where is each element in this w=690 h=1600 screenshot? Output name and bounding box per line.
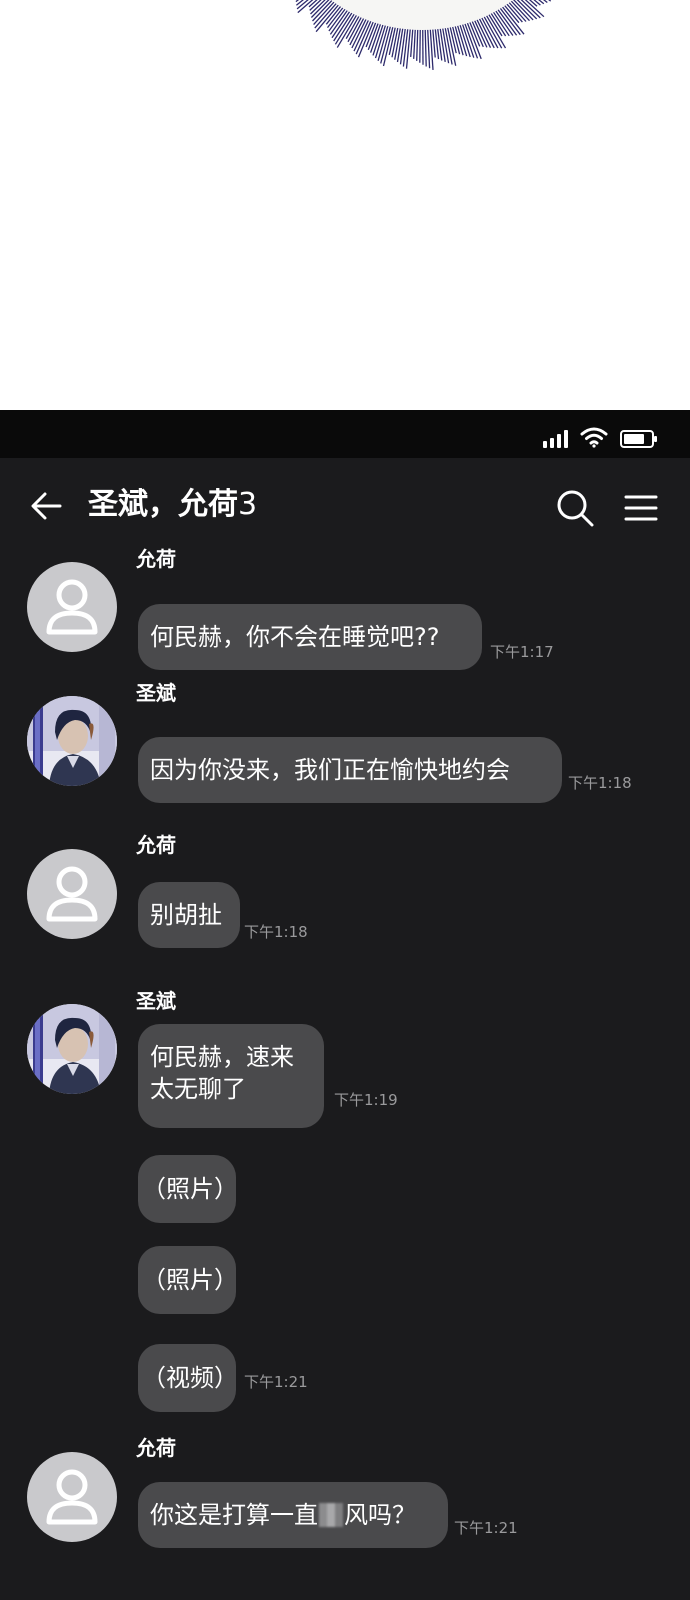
user-photo-icon: [27, 696, 117, 786]
default-user-icon: [46, 866, 98, 922]
chat-screen: 圣斌，允荷3 允荷 何民赫，你不会在睡觉吧?? 下午1:17 圣斌 因为你没来，…: [0, 410, 690, 1600]
speed-line: [424, 24, 427, 67]
speed-line: [416, 24, 419, 61]
sender-name: 允荷: [136, 547, 176, 571]
arrow-left-icon[interactable]: [26, 486, 66, 526]
message-bubble[interactable]: 何民赫，你不会在睡觉吧??: [138, 604, 482, 670]
message-line: 太无聊了: [150, 1075, 246, 1103]
member-count: 3: [238, 487, 258, 522]
message-timestamp: 下午1:19: [334, 1091, 398, 1109]
search-icon[interactable]: [555, 488, 595, 528]
default-user-icon: [46, 579, 98, 635]
message-bubble[interactable]: 何民赫，速来 太无聊了: [138, 1024, 324, 1128]
message-bubble[interactable]: 别胡扯: [138, 882, 240, 948]
video-message-bubble[interactable]: （视频）: [138, 1344, 238, 1412]
comic-panel-top: [0, 0, 690, 410]
chat-title: 圣斌，允荷3: [88, 476, 257, 534]
chat-title-text: 圣斌，允荷: [88, 487, 238, 522]
avatar-yunhe[interactable]: [27, 849, 117, 939]
message-bubble[interactable]: 你这是打算一直 风吗？: [138, 1482, 448, 1548]
battery-icon: [620, 430, 657, 448]
message-timestamp: 下午1:17: [490, 643, 554, 661]
avatar-yunhe[interactable]: [27, 562, 117, 652]
avatar-yunhe[interactable]: [27, 1452, 117, 1542]
sender-name: 圣斌: [136, 681, 176, 705]
speed-line: [399, 23, 407, 65]
status-icons: [543, 424, 658, 448]
censored-character: [319, 1503, 343, 1527]
default-user-icon: [46, 1469, 98, 1525]
sender-name: 圣斌: [136, 989, 176, 1013]
message-text-part: 你这是打算一直: [150, 1501, 318, 1529]
avatar-shengbin[interactable]: [27, 696, 117, 786]
status-bar: [0, 410, 690, 458]
speed-line: [413, 24, 417, 59]
message-timestamp: 下午1:18: [244, 923, 308, 941]
message-text-part: 风吗？: [344, 1501, 416, 1529]
chat-header: 圣斌，允荷3: [0, 458, 690, 550]
sender-name: 允荷: [136, 1436, 176, 1460]
message-bubble[interactable]: 因为你没来，我们正在愉快地约会: [138, 737, 562, 803]
message-line: 何民赫，速来: [150, 1043, 294, 1071]
photo-message-bubble[interactable]: （照片）: [138, 1155, 238, 1223]
speed-line: [419, 24, 421, 63]
photo-message-bubble[interactable]: （照片）: [138, 1246, 238, 1314]
user-photo-icon: [27, 1004, 117, 1094]
sender-name: 允荷: [136, 833, 176, 857]
message-timestamp: 下午1:21: [244, 1373, 308, 1391]
message-timestamp: 下午1:21: [454, 1519, 518, 1537]
speed-line: [426, 24, 431, 69]
avatar-shengbin[interactable]: [27, 1004, 117, 1094]
speed-lines-burst: [295, 0, 554, 70]
signal-icon: [543, 430, 568, 448]
hamburger-menu-icon[interactable]: [624, 494, 658, 522]
message-timestamp: 下午1:18: [568, 774, 632, 792]
wifi-icon: [580, 427, 608, 448]
